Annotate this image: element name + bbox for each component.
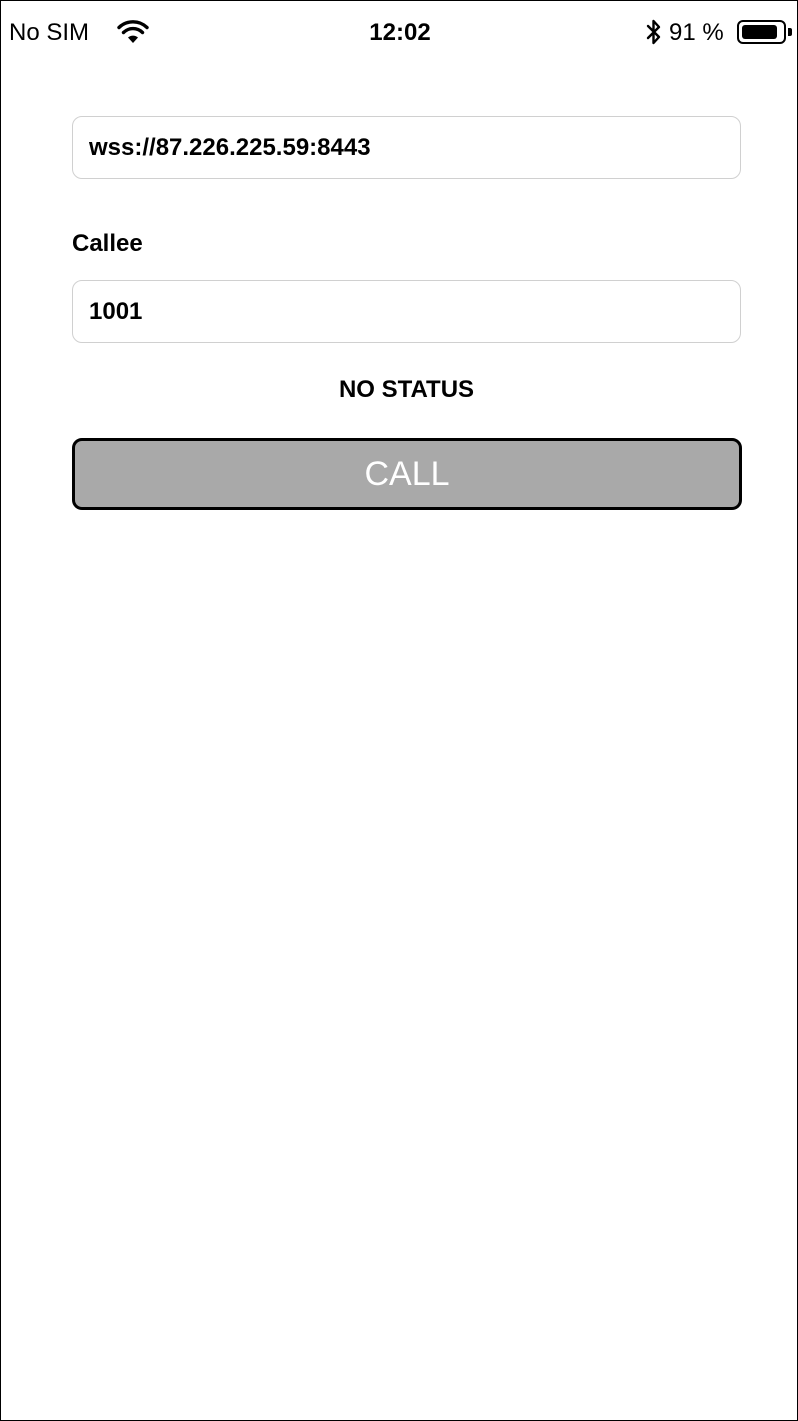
battery-percent: 91 % [669,19,724,46]
battery-icon [737,20,795,48]
status-bar: No SIM 12:02 91 % [1,1,798,65]
clock: 12:02 [369,19,431,46]
wifi-icon [117,20,149,43]
call-button[interactable]: CALL [72,438,742,510]
server-url-input[interactable] [72,116,741,179]
battery-nub [788,28,792,36]
callee-label: Callee [72,230,143,257]
battery-fill [742,25,777,39]
bluetooth-icon [646,19,661,45]
call-status-text: NO STATUS [338,376,475,403]
app-screen: No SIM 12:02 91 % Callee NO STATUS CALL [0,0,798,1421]
carrier-label: No SIM [9,19,90,46]
battery-body [737,20,786,44]
callee-input[interactable] [72,280,741,343]
